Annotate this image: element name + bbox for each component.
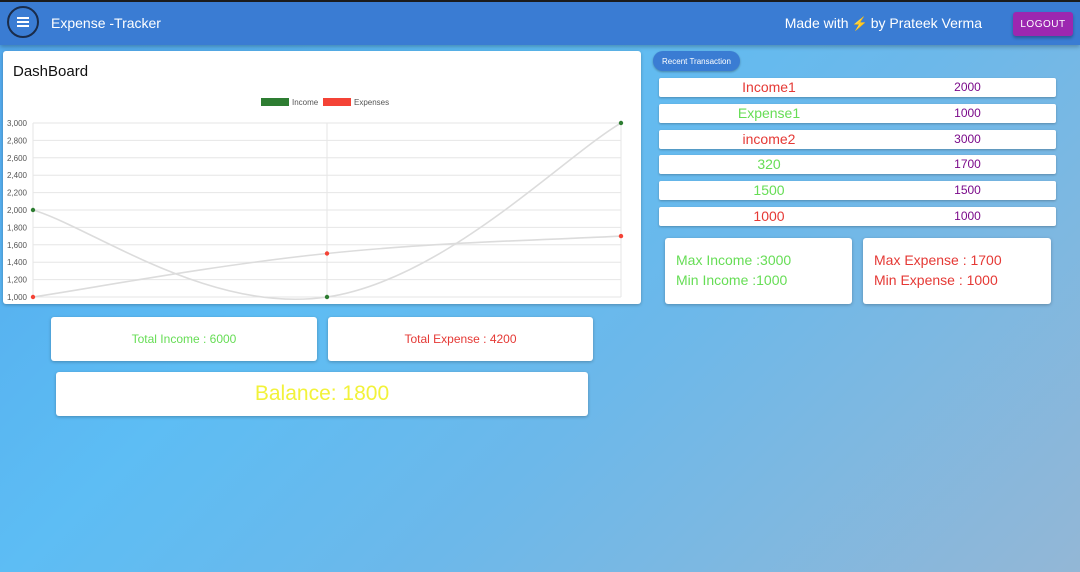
transaction-amount: 2000	[954, 80, 981, 94]
x-tick-label: 13/05/2024	[601, 303, 641, 304]
y-tick-label: 2,600	[7, 154, 28, 163]
transaction-name: income2	[742, 130, 796, 147]
transaction-name: 1000	[753, 208, 785, 224]
y-tick-label: 1,200	[7, 276, 28, 285]
app-title: Expense -Tracker	[51, 15, 161, 31]
y-tick-label: 2,000	[7, 206, 28, 215]
y-tick-label: 3,000	[7, 119, 28, 128]
data-point-expenses	[324, 251, 330, 256]
transaction-row: Income1 2000	[659, 78, 1056, 97]
made-with-credit: Made with ⚡ by Prateek Verma	[785, 15, 982, 32]
transaction-name: Income1	[742, 79, 796, 95]
hamburger-icon	[17, 17, 29, 27]
y-tick-label: 1,600	[7, 241, 28, 250]
transaction-row: income2 3000	[659, 129, 1056, 149]
y-tick-label: 1,400	[7, 258, 28, 267]
y-tick-label: 1,800	[7, 223, 28, 232]
transaction-amount: 3000	[954, 131, 981, 146]
transaction-amount: 1700	[954, 157, 981, 172]
min-income: Min Income :1000	[676, 272, 788, 288]
transaction-amount: 1500	[954, 183, 981, 198]
legend-swatch-expenses	[323, 98, 351, 106]
expense-stats-card: Max Expense : 1700 Min Expense : 1000	[863, 238, 1051, 304]
dashboard-card: DashBoard 1,000 1,200 1,400 1,600 1,800 2,000…	[3, 51, 641, 304]
transaction-row: 320 1700	[659, 155, 1056, 175]
data-point-expenses	[30, 294, 36, 300]
y-tick-label: 2,200	[7, 189, 28, 198]
y-tick-label: 1,000	[7, 293, 28, 302]
recent-transaction-button[interactable]: Recent Transaction	[653, 51, 740, 71]
menu-button[interactable]	[7, 6, 39, 38]
app-bar: Expense -Tracker Made with ⚡ by Prateek Ve…	[0, 0, 1080, 45]
x-tick-label: 15/05/2024	[307, 303, 348, 304]
transaction-row: Expense1 1000	[659, 103, 1056, 123]
transaction-row: 1000 1000	[659, 207, 1056, 226]
transaction-row: 1500 1500	[659, 181, 1056, 201]
lightning-bolt-icon: ⚡	[851, 16, 868, 31]
made-with-label: Made with	[784, 15, 849, 31]
legend-label-expenses: Expenses	[354, 98, 389, 107]
y-tick-label: 2,800	[7, 136, 28, 145]
income-stats-card: Max Income :3000 Min Income :1000	[665, 238, 852, 304]
transaction-name: 320	[757, 156, 781, 173]
transaction-name: Expense1	[737, 104, 801, 121]
income-expense-chart: 1,000 1,200 1,400 1,600 1,800 2,000 2,200 2,400…	[7, 98, 641, 304]
balance-text: Balance: 1800	[254, 382, 390, 405]
total-expense-text: Total Expense : 4200	[404, 332, 517, 346]
legend-label-income: Income	[292, 98, 319, 107]
y-tick-label: 2,400	[7, 171, 28, 180]
author-name: by Prateek Verma	[870, 15, 982, 31]
max-income: Max Income :3000	[676, 252, 792, 268]
data-point-income	[618, 120, 624, 126]
data-point-income	[324, 294, 330, 300]
x-tick-label: 12/05/2024	[13, 303, 54, 304]
transaction-amount: 1000	[954, 105, 981, 120]
data-point-expenses	[618, 233, 624, 239]
min-expense: Min Expense : 1000	[874, 272, 998, 288]
logout-button[interactable]: LOGOUT	[1013, 12, 1073, 36]
data-point-income	[30, 207, 36, 213]
transaction-amount: 1000	[954, 209, 981, 223]
total-income-text: Total Income : 6000	[131, 332, 237, 346]
dashboard-title: DashBoard	[13, 63, 89, 80]
max-expense: Max Expense : 1700	[874, 252, 1002, 268]
legend-swatch-income	[261, 98, 289, 106]
balance-card: Balance: 1800	[56, 372, 588, 416]
total-expense-card: Total Expense : 4200	[328, 317, 593, 361]
total-income-card: Total Income : 6000	[51, 317, 317, 361]
transaction-name: 1500	[753, 182, 785, 199]
